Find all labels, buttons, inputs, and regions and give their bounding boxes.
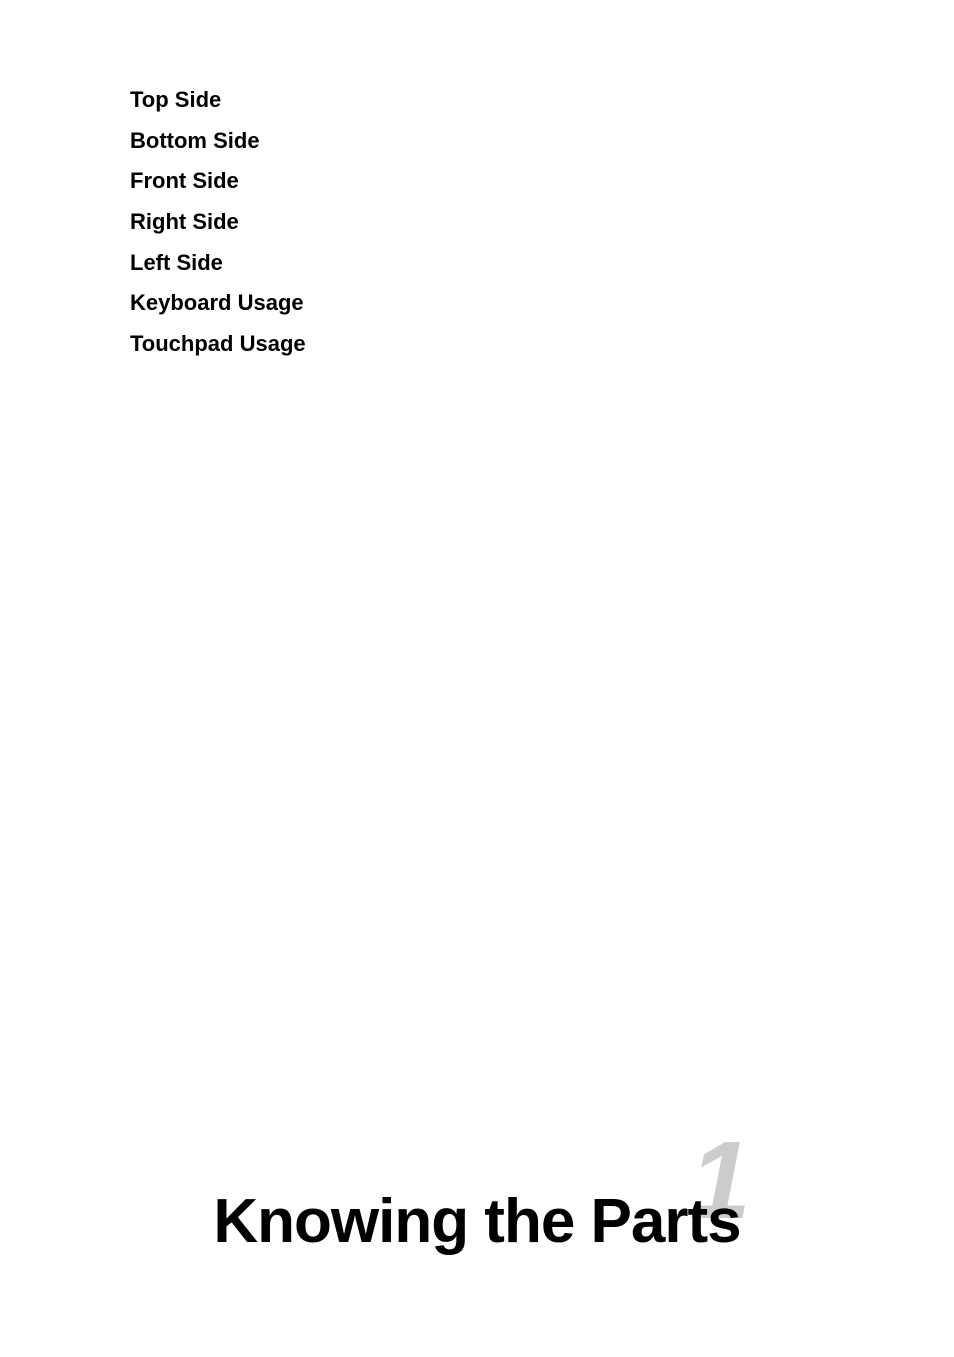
- chapter-title: Knowing the Parts: [213, 1187, 740, 1256]
- nav-item-touchpad-usage[interactable]: Touchpad Usage: [130, 324, 306, 365]
- nav-item-front-side[interactable]: Front Side: [130, 161, 306, 202]
- chapter-section: 1 Knowing the Parts: [0, 1186, 954, 1277]
- nav-item-right-side[interactable]: Right Side: [130, 202, 306, 243]
- nav-item-keyboard-usage[interactable]: Keyboard Usage: [130, 283, 306, 324]
- nav-item-bottom-side[interactable]: Bottom Side: [130, 121, 306, 162]
- nav-item-left-side[interactable]: Left Side: [130, 243, 306, 284]
- page-content: Top SideBottom SideFront SideRight SideL…: [0, 0, 954, 1357]
- chapter-title-wrapper: 1 Knowing the Parts: [213, 1186, 740, 1257]
- nav-item-top-side[interactable]: Top Side: [130, 80, 306, 121]
- navigation-list: Top SideBottom SideFront SideRight SideL…: [130, 80, 306, 365]
